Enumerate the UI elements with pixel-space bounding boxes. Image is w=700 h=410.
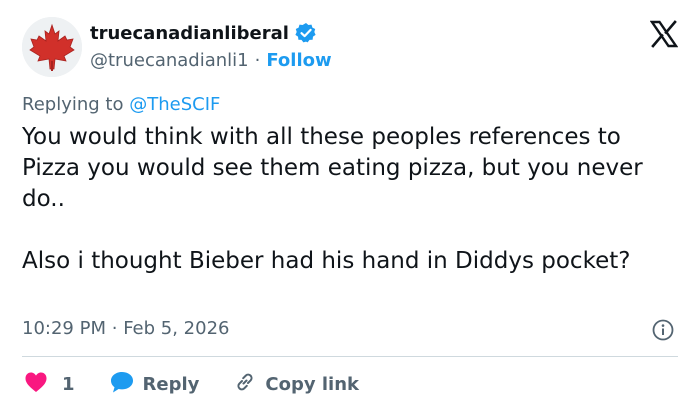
separator-dot: ·: [111, 318, 118, 339]
like-button[interactable]: 1: [24, 371, 75, 398]
info-icon[interactable]: [652, 319, 674, 341]
divider: [22, 356, 678, 357]
tweet-paragraph: You would think with all these peoples r…: [22, 124, 643, 212]
link-icon: [233, 370, 257, 399]
copy-link-button[interactable]: Copy link: [233, 370, 359, 399]
x-logo-icon[interactable]: [649, 20, 679, 48]
replying-to: Replying to @TheSCIF: [22, 94, 220, 115]
tweet-card: truecanadianliberal @truecanadianli1 · F…: [0, 0, 700, 410]
replying-prefix: Replying to: [22, 94, 124, 115]
tweet-time: 10:29 PM: [22, 318, 106, 339]
action-bar: 1 Reply Copy link: [24, 370, 359, 399]
like-count: 1: [62, 374, 75, 395]
copy-link-label: Copy link: [265, 374, 359, 395]
separator-dot: ·: [254, 50, 261, 71]
avatar[interactable]: [22, 17, 82, 77]
verified-badge-icon: [295, 22, 317, 44]
maple-leaf-icon: [22, 17, 82, 77]
tweet-timestamp[interactable]: 10:29 PM · Feb 5, 2026: [22, 318, 229, 339]
reply-mention-link[interactable]: @TheSCIF: [129, 94, 220, 115]
tweet-text: You would think with all these peoples r…: [22, 122, 682, 277]
heart-icon: [24, 371, 48, 398]
author-display-name[interactable]: truecanadianliberal: [90, 23, 289, 44]
speech-bubble-icon: [109, 370, 135, 399]
tweet-date: Feb 5, 2026: [123, 318, 230, 339]
follow-button[interactable]: Follow: [266, 50, 331, 71]
author-handle-row: @truecanadianli1 · Follow: [90, 50, 332, 71]
author-name-row: truecanadianliberal: [90, 22, 317, 44]
tweet-paragraph: Also i thought Bieber had his hand in Di…: [22, 248, 631, 274]
reply-label: Reply: [142, 374, 200, 395]
author-handle[interactable]: @truecanadianli1: [90, 50, 249, 71]
reply-button[interactable]: Reply: [109, 370, 200, 399]
